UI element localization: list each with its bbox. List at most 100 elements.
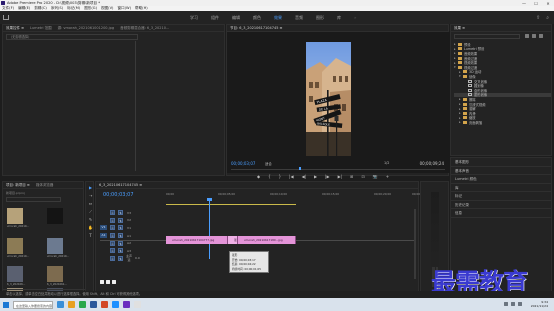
export-icon[interactable]: ⇪ [536,15,540,21]
transition-clip[interactable]: 菱形 [228,236,238,244]
go-to-in-button[interactable]: |◀ [289,174,293,179]
work-area-bar[interactable] [166,204,296,206]
workspace-tab-effects[interactable]: 效果 [274,15,282,21]
workspace-tab-learn[interactable]: 学习 [190,15,198,21]
32bit-effects-icon[interactable] [532,34,536,38]
tab-effect-controls[interactable]: 效果控件 ≡ [6,26,24,31]
sync-lock-icon[interactable]: ⇅ [118,248,123,254]
windows-start-icon[interactable] [3,301,9,308]
workspace-tab-editing[interactable]: 编辑 [232,15,240,21]
sync-lock-icon[interactable]: ⇅ [118,217,123,223]
project-thumbnail[interactable] [47,208,63,224]
timeline-timecode[interactable]: 00;00;03;07 [103,192,134,198]
workspace-overflow-icon[interactable]: » [354,15,356,21]
selection-tool[interactable]: ▶ [88,185,93,190]
taskbar-app-icon[interactable] [123,301,130,308]
lock-track-icon[interactable]: ⚿ [110,225,115,231]
workspace-tab-assembly[interactable]: 组件 [211,15,219,21]
sync-lock-icon[interactable]: ⇅ [118,240,123,246]
zoom-slider-icon[interactable] [106,280,110,284]
panel-history[interactable]: 历史记录 [451,201,551,209]
tab-sequence[interactable]: 6_3_20210617104745 ≡ [99,183,142,187]
workspace-tab-graphics[interactable]: 图形 [316,15,324,21]
lock-track-icon[interactable]: ⚿ [110,233,115,239]
type-tool[interactable]: T [88,233,93,238]
tab-audio-clip-mixer[interactable]: 音频剪辑混合器: 6_3_20210... [120,26,169,31]
timeline-vertical-scrollbar[interactable] [414,209,416,279]
effects-tree-item[interactable]: ▸ 页面剥落 [454,120,551,125]
taskbar-app-icon[interactable] [79,301,86,308]
taskbar-app-icon[interactable] [134,301,141,308]
track-header[interactable]: A1 ⚿ ⇅ A1 [100,232,166,240]
ripple-edit-tool[interactable]: ⇔ [88,201,93,206]
track-header[interactable]: ⚿ ⇅ V2 [100,217,166,225]
source-patch-toggle[interactable]: A1 [100,233,107,239]
panel-lumetri-color[interactable]: Lumetri 颜色 [451,175,551,184]
mark-in-button[interactable]: { [268,174,271,179]
ime-icon[interactable] [518,302,522,306]
home-icon[interactable] [3,15,9,20]
tab-program[interactable]: 节目: 6_3_20210617104745 ≡ [230,26,282,31]
track-select-tool[interactable]: ⇢ [88,193,93,198]
taskbar-app-icon[interactable] [90,301,97,308]
panel-essential-sound[interactable]: 基本声音 [451,167,551,175]
timeline-clip[interactable]: vmorah_20210617180...jpg [238,236,296,244]
zoom-in-icon[interactable] [112,280,116,284]
taskbar-search-input[interactable]: 在这里输入你要搜索的内容 [13,300,53,309]
source-patch-toggle[interactable]: V1 [100,225,107,231]
extract-button[interactable]: ⊡ [361,174,364,179]
resolution-dropdown[interactable]: 1/2 [384,161,389,165]
search-icon[interactable]: ⌕ [546,15,549,21]
panel-markers[interactable]: 标记 [451,192,551,201]
tab-lumetri-scopes[interactable]: Lumetri 范围 [30,26,52,31]
master-volume-value[interactable]: 0.0 [135,256,140,260]
taskbar-app-icon[interactable] [112,301,119,308]
fit-dropdown[interactable]: 适合 [265,161,272,166]
program-timecode[interactable]: 00;00;03;07 [231,161,255,166]
lock-track-icon[interactable]: ⚿ [110,240,115,246]
track-header[interactable]: V1 ⚿ ⇅ V1 [100,224,166,232]
taskbar-app-icon[interactable] [101,301,108,308]
workspace-tab-audio[interactable]: 音频 [295,15,303,21]
project-thumbnail[interactable] [7,238,23,254]
step-back-button[interactable]: ◀| [302,174,306,179]
workspace-tab-libraries[interactable]: 库 [337,15,341,21]
taskbar-clock[interactable]: 9:34 2021/11/24 [531,300,548,308]
time-ruler[interactable]: 00;00 00;00;05;00 00;00;10;00 00;00;15;00 00… [166,192,429,200]
program-scrubber[interactable] [231,167,445,170]
maximize-button[interactable]: ☐ [530,1,542,6]
project-thumbnail[interactable] [47,238,63,254]
lock-track-icon[interactable]: ⚿ [110,248,115,254]
hand-tool[interactable]: ✋ [88,225,93,230]
network-icon[interactable] [504,302,508,306]
panel-info[interactable]: 信息 [451,209,551,218]
project-thumbnail[interactable] [47,266,63,282]
timeline-clip[interactable]: vmorah_20210617104777.jpg [166,236,228,244]
project-search-input[interactable] [6,197,61,202]
track-header[interactable]: ⚿ ⇅ A3 [100,247,166,255]
lock-track-icon[interactable]: ⚿ [110,210,115,216]
sync-lock-icon[interactable]: ⇅ [118,225,123,231]
razor-tool[interactable]: ⟋ [88,209,93,214]
tab-project[interactable]: 项目: 新项目 ≡ [6,183,30,188]
lift-button[interactable]: ⊞ [350,174,353,179]
go-to-out-button[interactable]: ▶| [338,174,342,179]
effects-search-input[interactable] [454,34,520,39]
panel-essential-graphics[interactable]: 基本图形 [451,158,551,167]
project-thumbnail[interactable] [7,208,23,224]
project-thumbnail[interactable] [7,266,23,282]
lock-track-icon[interactable]: ⚿ [110,255,115,261]
accelerated-effects-icon[interactable] [525,34,529,38]
zoom-out-icon[interactable] [100,280,104,284]
track-header[interactable]: ⚿ ⇅ A2 [100,239,166,247]
sync-lock-icon[interactable]: ⇅ [118,233,123,239]
panel-libraries[interactable]: 库 [451,184,551,192]
play-button[interactable]: ▶ [314,174,317,179]
export-frame-button[interactable]: 📷 [373,174,378,179]
sync-lock-icon[interactable]: ⇅ [118,255,123,261]
close-button[interactable]: ✕ [542,1,554,6]
pen-tool[interactable]: ✎ [88,217,93,222]
track-header[interactable]: ⚿ ⇅ 主声道 0.0 [100,254,166,262]
add-marker-button[interactable]: ◆ [257,174,260,179]
step-forward-button[interactable]: |▶ [325,174,329,179]
